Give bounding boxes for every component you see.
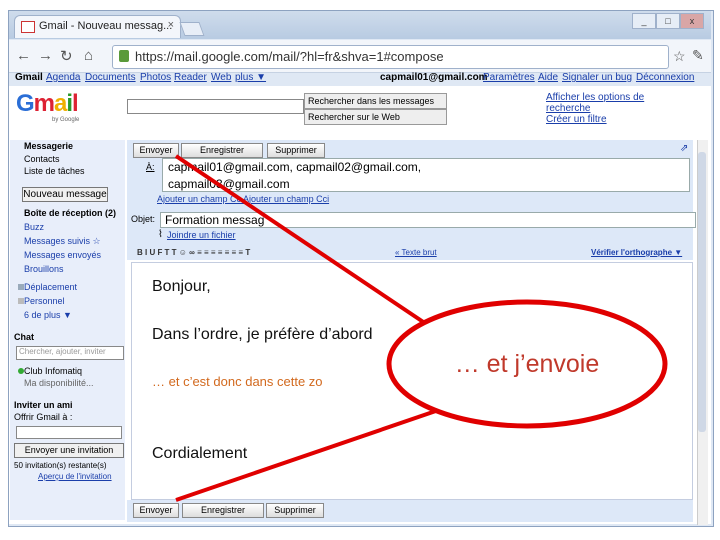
arrow-line-bottom	[175, 398, 469, 502]
callout-text: … et j’envoie	[454, 350, 600, 378]
annotation-overlay	[174, 154, 668, 502]
